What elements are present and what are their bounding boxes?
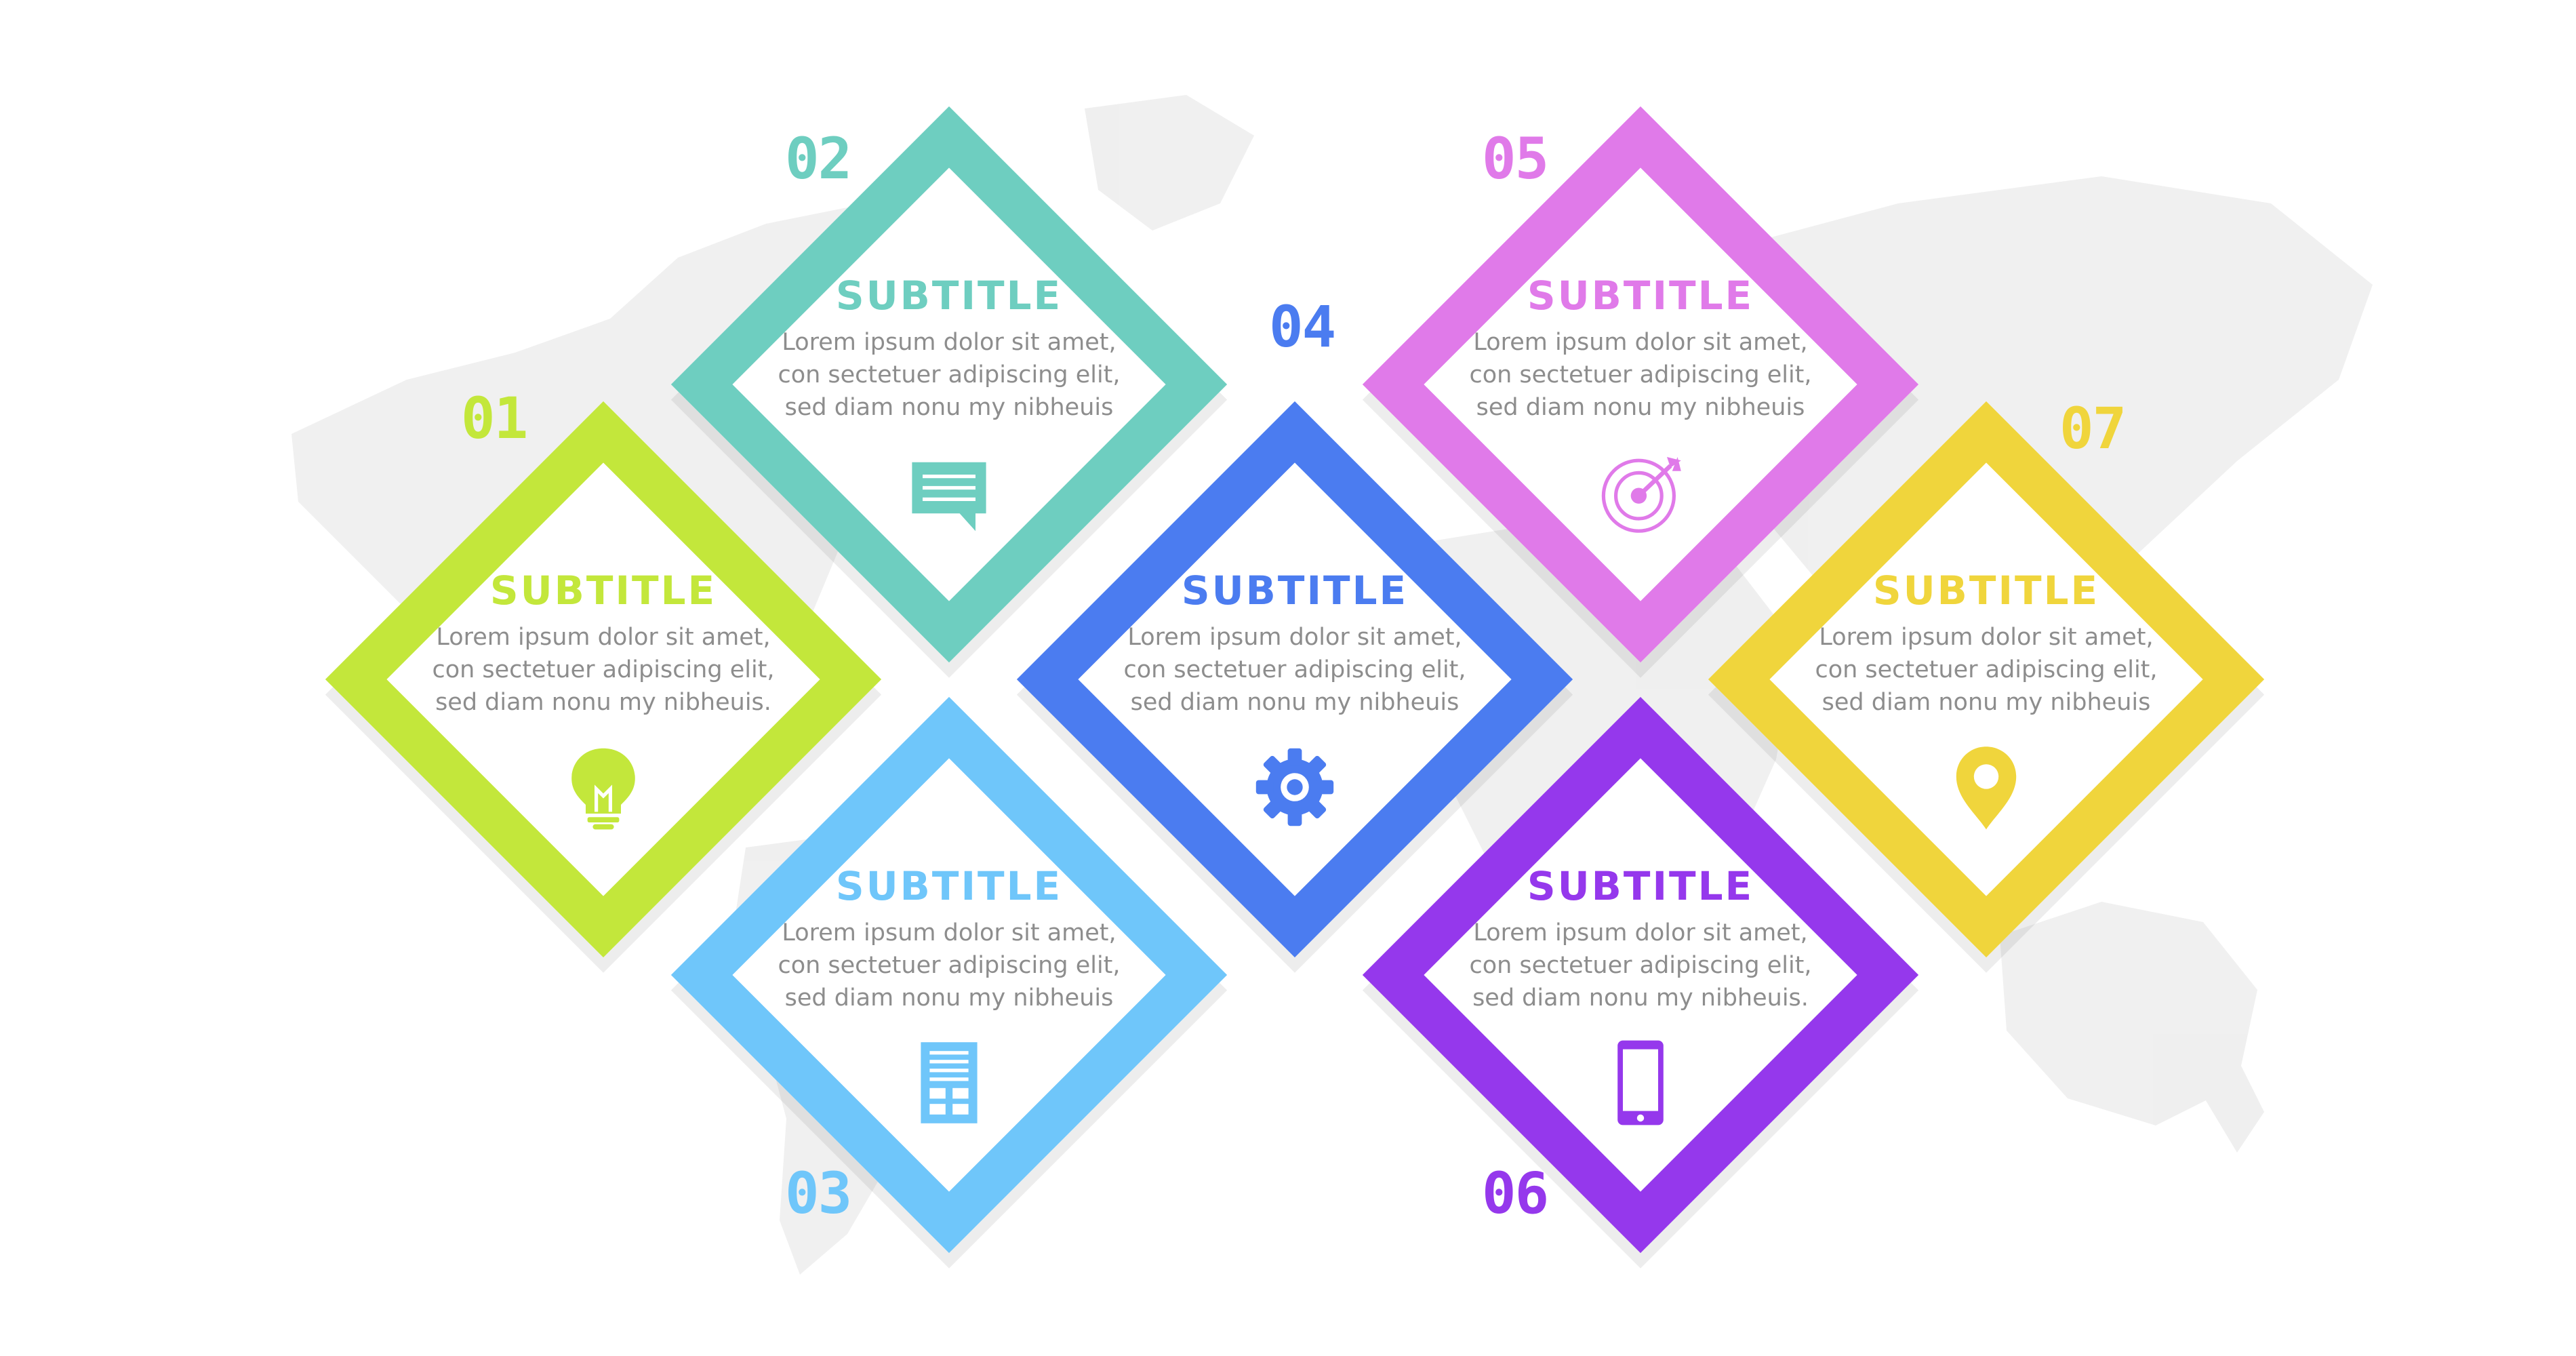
step-05-number: 05 bbox=[1482, 125, 1549, 192]
step-06-text: Lorem ipsum dolor sit amet, con sectetue… bbox=[1469, 919, 1812, 1012]
step-07-content: SUBTITLE Lorem ipsum dolor sit amet, con… bbox=[1796, 490, 2176, 869]
step-06-number: 06 bbox=[1482, 1160, 1549, 1227]
step-05-text: Lorem ipsum dolor sit amet, con sectetue… bbox=[1469, 329, 1812, 421]
tablet-icon bbox=[1596, 1039, 1685, 1127]
step-05-content: SUBTITLE Lorem ipsum dolor sit amet, con… bbox=[1451, 195, 1830, 574]
gear-icon bbox=[1251, 743, 1339, 831]
chat-bubble-icon bbox=[905, 448, 993, 536]
step-05-subtitle: SUBTITLE bbox=[1527, 273, 1754, 319]
map-pin-icon bbox=[1942, 743, 2030, 831]
step-02-number: 02 bbox=[785, 125, 852, 192]
step-04-subtitle: SUBTITLE bbox=[1181, 567, 1409, 614]
step-04-text: Lorem ipsum dolor sit amet, con sectetue… bbox=[1123, 624, 1466, 716]
step-03-content: SUBTITLE Lorem ipsum dolor sit amet, con… bbox=[759, 785, 1139, 1165]
step-01-text: Lorem ipsum dolor sit amet, con sectetue… bbox=[432, 624, 775, 716]
step-01-content: SUBTITLE Lorem ipsum dolor sit amet, con… bbox=[414, 490, 793, 869]
step-03-text: Lorem ipsum dolor sit amet, con sectetue… bbox=[778, 919, 1121, 1012]
step-01-number: 01 bbox=[461, 385, 528, 452]
step-01-subtitle: SUBTITLE bbox=[489, 567, 717, 614]
step-04-number: 04 bbox=[1269, 294, 1336, 360]
step-04-content: SUBTITLE Lorem ipsum dolor sit amet, con… bbox=[1105, 490, 1485, 869]
step-02-text: Lorem ipsum dolor sit amet, con sectetue… bbox=[778, 329, 1121, 421]
lightbulb-icon bbox=[559, 743, 647, 831]
step-03-number: 03 bbox=[785, 1160, 852, 1227]
step-07-number: 07 bbox=[2059, 395, 2127, 462]
step-02-content: SUBTITLE Lorem ipsum dolor sit amet, con… bbox=[759, 195, 1139, 574]
step-06-subtitle: SUBTITLE bbox=[1527, 863, 1754, 909]
document-icon bbox=[905, 1039, 993, 1127]
step-02-subtitle: SUBTITLE bbox=[835, 273, 1063, 319]
step-07-text: Lorem ipsum dolor sit amet, con sectetue… bbox=[1815, 624, 2158, 716]
step-03-subtitle: SUBTITLE bbox=[835, 863, 1063, 909]
step-06-content: SUBTITLE Lorem ipsum dolor sit amet, con… bbox=[1451, 785, 1830, 1165]
step-07-subtitle: SUBTITLE bbox=[1872, 567, 2100, 614]
target-dart-icon bbox=[1596, 448, 1685, 536]
